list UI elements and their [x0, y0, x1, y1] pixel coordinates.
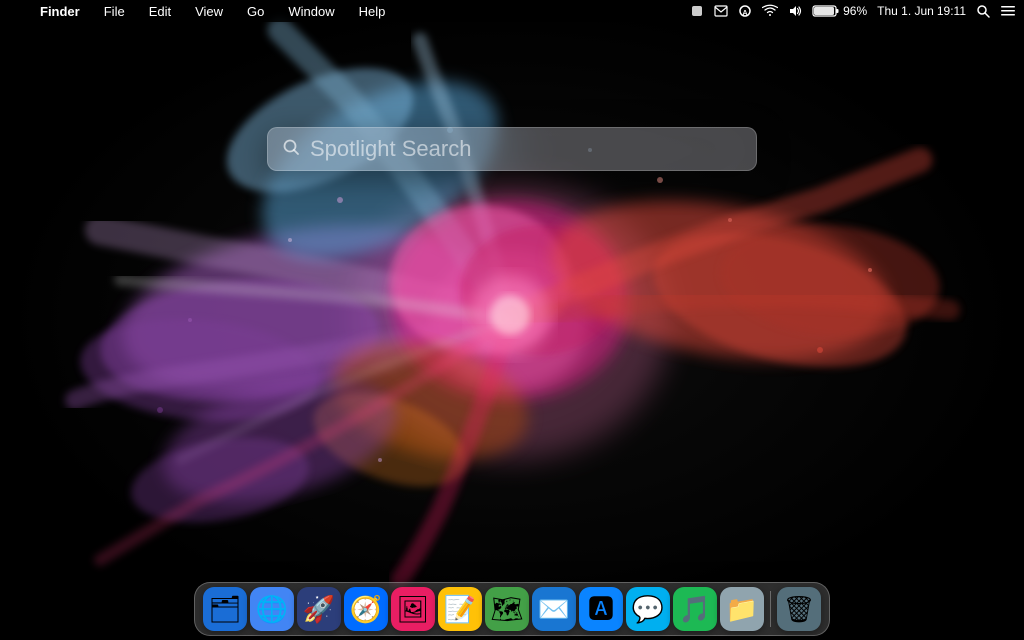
date-display: Thu 1. Jun: [877, 4, 934, 18]
wifi-signal-icon: [762, 4, 778, 18]
menu-help[interactable]: Help: [355, 4, 390, 19]
menu-bars-icon: [1000, 4, 1016, 18]
dock-item-app-store[interactable]: 🅰: [579, 587, 623, 631]
dock: 🗂 🌐 🚀 🧭 🖼 📝 🗺 ✉️ 🅰 💬 🎵 📁 🗑: [194, 582, 830, 636]
mail-icon: [714, 4, 728, 18]
magnifier-icon: [282, 138, 300, 156]
battery-status[interactable]: 96%: [812, 4, 867, 18]
dock-item-skype[interactable]: 💬: [626, 587, 670, 631]
extra-icon-1: [690, 4, 704, 18]
dock-icon-google-chrome: 🌐: [256, 596, 288, 622]
dock-icon-app-store: 🅰: [588, 596, 614, 622]
wallpaper: [0, 0, 1024, 640]
dock-icon-notes: 📝: [444, 596, 476, 622]
dock-icon-maps: 🗺: [490, 596, 523, 622]
menubar-left: Finder File Edit View Go Window Help: [8, 4, 389, 19]
menubar-right: A 96% Thu: [690, 4, 1016, 18]
menu-file[interactable]: File: [100, 4, 129, 19]
dock-icon-finder: 🗂: [208, 596, 241, 622]
spotlight-input[interactable]: [310, 136, 742, 162]
dock-container: 🗂 🌐 🚀 🧭 🖼 📝 🗺 ✉️ 🅰 💬 🎵 📁 🗑: [194, 582, 830, 636]
dock-icon-trash: 🗑: [782, 596, 815, 622]
dock-icon-skype: 💬: [632, 596, 664, 622]
dock-item-safari[interactable]: 🧭: [344, 587, 388, 631]
dock-item-spotify[interactable]: 🎵: [673, 587, 717, 631]
dock-item-trash[interactable]: 🗑: [777, 587, 821, 631]
date-time: Thu 1. Jun 19:11: [877, 4, 966, 18]
dock-item-mail[interactable]: ✉️: [532, 587, 576, 631]
menu-go[interactable]: Go: [243, 4, 268, 19]
dock-icon-mail: ✉️: [538, 596, 570, 622]
svg-text:A: A: [743, 10, 748, 17]
menu-edit[interactable]: Edit: [145, 4, 175, 19]
dock-item-photos[interactable]: 🖼: [391, 587, 435, 631]
vpn-icon: A: [738, 4, 752, 18]
spotlight-container: [267, 127, 757, 171]
volume-signal-icon: [788, 4, 802, 18]
control-center-icon[interactable]: [1000, 4, 1016, 18]
dock-icon-spotify: 🎵: [679, 596, 711, 622]
dock-icon-files: 📁: [726, 596, 758, 622]
menubar-extra-a2[interactable]: A: [738, 4, 752, 18]
dock-item-google-chrome[interactable]: 🌐: [250, 587, 294, 631]
menubar-extra-m[interactable]: [714, 4, 728, 18]
search-menu-icon: [976, 4, 990, 18]
dock-icon-launchpad: 🚀: [303, 596, 335, 622]
volume-icon[interactable]: [788, 4, 802, 18]
menu-window[interactable]: Window: [284, 4, 338, 19]
dock-icon-safari: 🧭: [350, 596, 382, 622]
dock-item-launchpad[interactable]: 🚀: [297, 587, 341, 631]
menu-view[interactable]: View: [191, 4, 227, 19]
menubar-extra-a1[interactable]: [690, 4, 704, 18]
dock-item-files[interactable]: 📁: [720, 587, 764, 631]
time-display: 19:11: [937, 4, 966, 18]
wifi-icon[interactable]: [762, 4, 778, 18]
spotlight-search-icon: [282, 138, 300, 161]
spotlight-menu-icon[interactable]: [976, 4, 990, 18]
app-name[interactable]: Finder: [36, 4, 84, 19]
battery-icon: [812, 4, 840, 18]
desktop: [0, 0, 1024, 640]
dock-icon-photos: 🖼: [396, 596, 429, 622]
dock-separator: [770, 591, 771, 627]
battery-percent: 96%: [843, 4, 867, 18]
dock-item-notes[interactable]: 📝: [438, 587, 482, 631]
dock-item-finder[interactable]: 🗂: [203, 587, 247, 631]
menubar: Finder File Edit View Go Window Help A: [0, 0, 1024, 22]
spotlight-bar: [267, 127, 757, 171]
dock-item-maps[interactable]: 🗺: [485, 587, 529, 631]
